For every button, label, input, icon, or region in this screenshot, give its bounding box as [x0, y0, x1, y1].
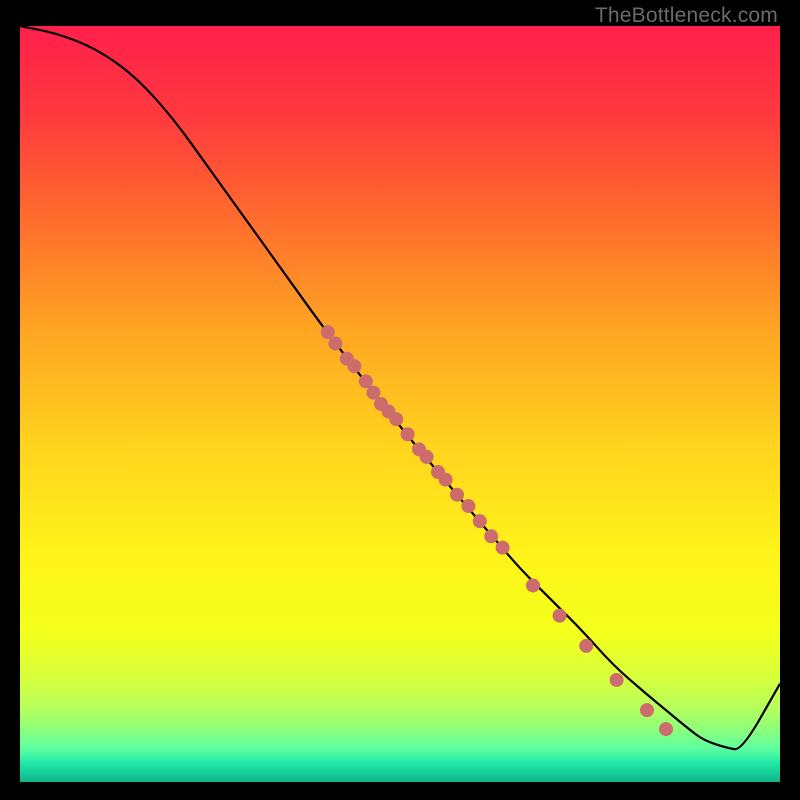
data-point — [461, 499, 475, 513]
data-point — [640, 703, 654, 717]
data-point — [553, 609, 567, 623]
data-point — [439, 473, 453, 487]
data-point — [610, 673, 624, 687]
data-point — [450, 488, 464, 502]
data-point — [579, 639, 593, 653]
chart-background — [20, 26, 780, 782]
chart-frame — [20, 26, 780, 782]
data-point — [401, 427, 415, 441]
data-point — [659, 722, 673, 736]
data-point — [484, 529, 498, 543]
data-point — [328, 337, 342, 351]
data-point — [496, 541, 510, 555]
data-point — [473, 514, 487, 528]
data-point — [389, 412, 403, 426]
data-point — [347, 359, 361, 373]
watermark-text: TheBottleneck.com — [595, 4, 778, 28]
data-point — [420, 450, 434, 464]
data-point — [526, 578, 540, 592]
chart-svg — [20, 26, 780, 782]
